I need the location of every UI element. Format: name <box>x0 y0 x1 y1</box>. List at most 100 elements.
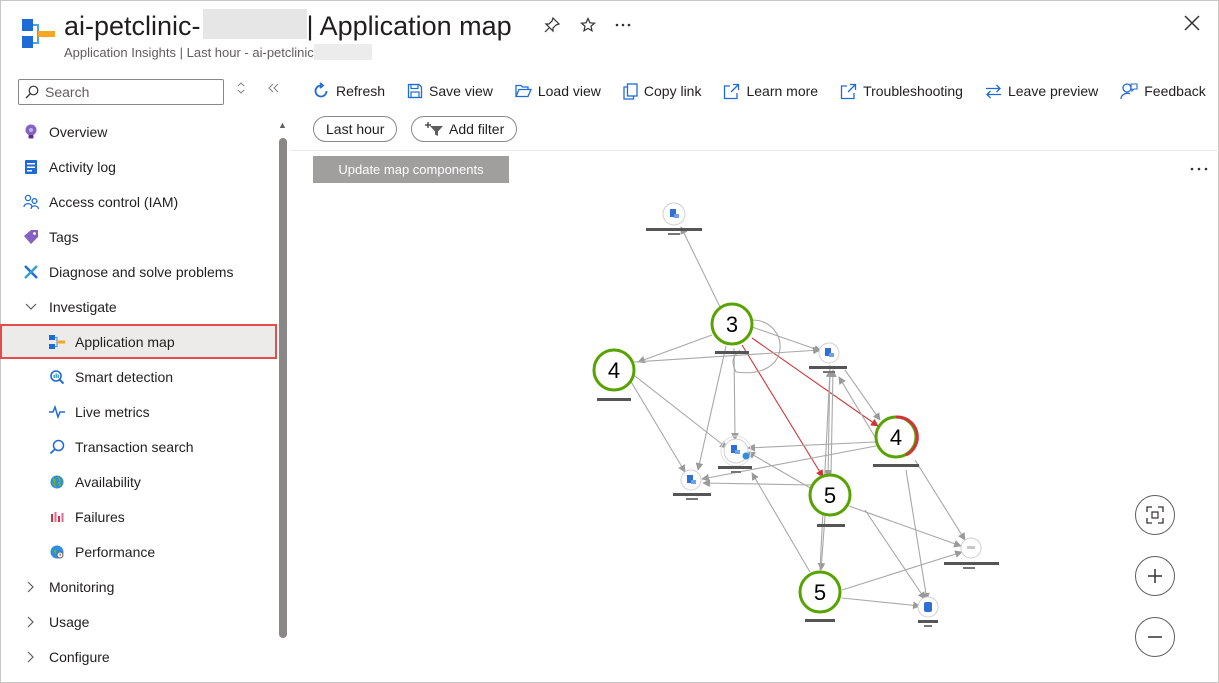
chevron-right-icon <box>22 616 40 628</box>
save-view-button[interactable]: Save view <box>407 83 493 99</box>
plus-icon <box>1148 569 1162 583</box>
sidebar-item-label: Transaction search <box>75 438 194 455</box>
map-node-remote-dependency-top[interactable] <box>646 202 702 235</box>
sidebar-scrollbar[interactable] <box>279 138 287 638</box>
search-input[interactable] <box>45 84 215 100</box>
sidebar-item-activity-log[interactable]: Activity log <box>0 149 277 184</box>
chevron-right-icon <box>22 581 40 593</box>
sidebar-item-label: Performance <box>75 543 156 560</box>
map-edge[interactable] <box>914 459 966 541</box>
update-map-components-button[interactable]: Update map components <box>313 156 509 183</box>
sidebar-item-application-map[interactable]: Application map <box>0 324 277 359</box>
node-count: 4 <box>890 425 902 450</box>
wrench-icon <box>22 263 40 281</box>
map-node-eureka-dependency[interactable] <box>718 435 752 473</box>
sidebar-item-label: Application map <box>75 333 175 350</box>
chevron-right-icon <box>22 651 40 663</box>
failures-icon <box>48 508 66 526</box>
sidebar-item-performance[interactable]: Performance <box>0 534 277 569</box>
sidebar-item-transaction-search[interactable]: Transaction search <box>0 429 277 464</box>
collapse-sidebar-icon[interactable] <box>266 81 280 98</box>
feedback-label: Feedback <box>1144 83 1206 99</box>
map-edge[interactable] <box>841 597 921 610</box>
troubleshooting-button[interactable]: Troubleshooting <box>840 83 963 100</box>
sidebar-item-tags[interactable]: Tags <box>0 219 277 254</box>
star-icon[interactable] <box>577 14 599 36</box>
feedback-icon <box>1120 83 1138 100</box>
sort-icon[interactable] <box>236 81 246 98</box>
copy-link-label: Copy link <box>643 83 702 99</box>
map-edge[interactable] <box>680 226 723 312</box>
fit-to-screen-button[interactable] <box>1135 495 1175 535</box>
map-edge[interactable] <box>829 369 837 476</box>
map-node-database[interactable] <box>917 596 939 627</box>
title-prefix: ai-petclinic- <box>64 11 201 41</box>
iam-people-icon <box>22 193 40 211</box>
sidebar-item-iam[interactable]: Access control (IAM) <box>0 184 277 219</box>
leave-preview-button[interactable]: Leave preview <box>985 83 1098 99</box>
map-edge[interactable] <box>841 550 963 591</box>
refresh-button[interactable]: Refresh <box>312 82 385 100</box>
map-node-customers-service[interactable]: 4 <box>873 415 919 467</box>
search-icon <box>25 85 39 99</box>
more-icon[interactable] <box>1190 158 1208 176</box>
page-subtitle: Application Insights | Last hour - ai-pe… <box>64 44 372 60</box>
sidebar-item-label: Tags <box>49 228 79 245</box>
sidebar-item-live-metrics[interactable]: Live metrics <box>0 394 277 429</box>
pin-icon[interactable] <box>541 14 563 36</box>
sidebar-group-configure[interactable]: Configure <box>0 639 277 674</box>
sidebar-item-label: Availability <box>75 473 141 490</box>
application-map-canvas[interactable]: 3 4 4 5 5 <box>290 190 1219 682</box>
app-map-logo-icon <box>22 19 55 48</box>
map-edge[interactable] <box>751 472 811 573</box>
sidebar-item-diagnose[interactable]: Diagnose and solve problems <box>0 254 277 289</box>
close-icon[interactable] <box>1181 12 1203 34</box>
sidebar-group-investigate[interactable]: Investigate <box>0 289 277 324</box>
map-edge[interactable] <box>905 469 930 601</box>
leave-preview-label: Leave preview <box>1007 83 1099 99</box>
sidebar-item-label: Investigate <box>49 298 117 315</box>
load-view-button[interactable]: Load view <box>514 83 601 99</box>
map-node-vets-service[interactable]: 5 <box>808 473 852 527</box>
sidebar-item-failures[interactable]: Failures <box>0 499 277 534</box>
map-node-visits-service[interactable]: 5 <box>798 570 842 622</box>
performance-icon <box>48 543 66 561</box>
sidebar-item-availability[interactable]: Availability <box>0 464 277 499</box>
map-node-admin-server[interactable]: 3 <box>710 302 754 354</box>
more-icon[interactable] <box>612 14 634 36</box>
command-bar: Refresh Save view Load view Copy link Le… <box>312 78 1219 104</box>
external-link-icon <box>840 83 857 99</box>
map-node-localhost-service[interactable] <box>673 469 711 500</box>
app-map-icon <box>48 333 66 351</box>
map-edge-error[interactable] <box>741 344 824 478</box>
sidebar-group-monitoring[interactable]: Monitoring <box>0 569 277 604</box>
activity-log-icon <box>22 158 40 176</box>
zoom-out-button[interactable] <box>1135 617 1175 657</box>
sidebar-group-usage[interactable]: Usage <box>0 604 277 639</box>
map-edge-error[interactable] <box>751 337 879 427</box>
smart-detection-icon <box>48 368 66 386</box>
map-node-api-gateway[interactable]: 4 <box>592 348 636 401</box>
copy-link-button[interactable]: Copy link <box>623 82 702 100</box>
add-filter-button[interactable]: Add filter <box>411 116 518 142</box>
zoom-in-button[interactable] <box>1135 556 1175 596</box>
scroll-up-arrow-icon[interactable]: ▲ <box>278 120 287 130</box>
map-edge[interactable] <box>731 347 739 441</box>
feedback-button[interactable]: Feedback <box>1120 82 1206 100</box>
map-edge[interactable] <box>695 345 727 471</box>
application-map-graph[interactable]: 3 4 4 5 5 <box>290 190 1219 682</box>
sidebar-search[interactable] <box>18 79 224 105</box>
load-view-label: Load view <box>537 83 601 99</box>
learn-more-button[interactable]: Learn more <box>723 83 818 100</box>
map-edge[interactable] <box>747 441 876 452</box>
sidebar-item-smart-detection[interactable]: Smart detection <box>0 359 277 394</box>
add-filter-icon <box>425 122 443 136</box>
map-node-localhost-db[interactable] <box>809 342 847 373</box>
sidebar-item-overview[interactable]: Overview <box>0 114 277 149</box>
map-edge[interactable] <box>751 326 822 353</box>
map-edge[interactable] <box>864 509 926 600</box>
tag-icon <box>22 228 40 246</box>
sidebar-item-label: Usage <box>49 613 90 630</box>
time-range-filter[interactable]: Last hour <box>313 116 398 142</box>
node-count: 3 <box>726 312 738 337</box>
